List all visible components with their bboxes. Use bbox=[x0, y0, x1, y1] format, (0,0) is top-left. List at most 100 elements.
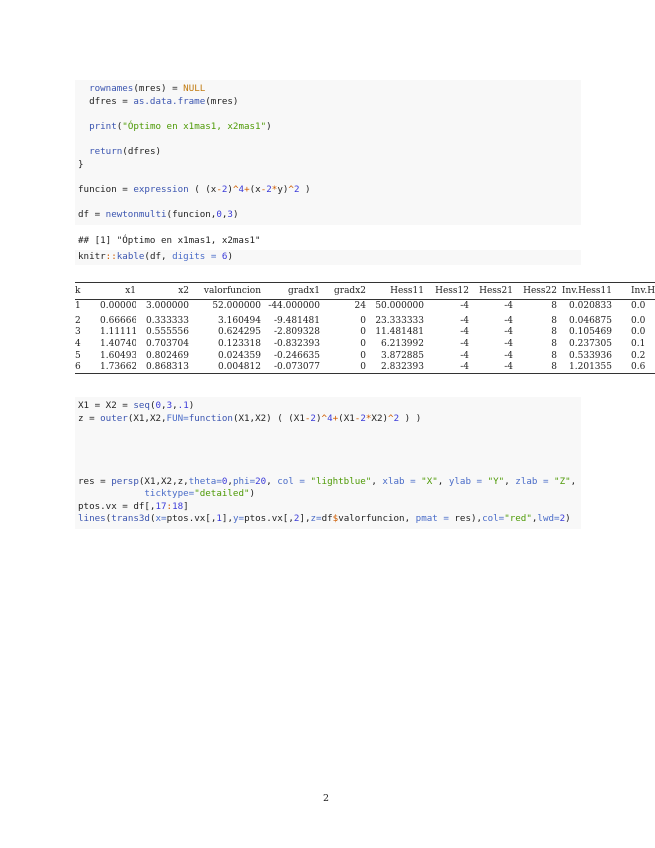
table-cell: 0.533936 bbox=[569, 350, 612, 361]
table-cell: 0.0 bbox=[631, 315, 646, 326]
table-cell: -0.073077 bbox=[274, 362, 320, 373]
results-table: k x1 x2 valorfuncion gradx1 gradx2 Hess11 Hess1… bbox=[75, 282, 655, 375]
code-token: df bbox=[321, 513, 333, 525]
table-cell: 6 bbox=[75, 362, 81, 373]
r-code-block-newtonmulti: rownames(mres) = NULL dfres = as.data.fr… bbox=[75, 80, 581, 225]
column-header: Inv.H bbox=[612, 282, 655, 300]
code-token: (dfres) bbox=[122, 145, 162, 157]
table-cell: -4 bbox=[460, 300, 469, 311]
code-token: 17 bbox=[155, 500, 167, 512]
code-line: df = newtonmulti(funcion,0,3) bbox=[75, 209, 581, 222]
table-cell: 8 bbox=[551, 338, 557, 349]
table-cell: 0.6 bbox=[631, 362, 646, 373]
table-cell: 0.020833 bbox=[569, 300, 612, 311]
code-line: ptos.vx = df[,17:18] bbox=[75, 501, 581, 514]
table-cell: 0.237305 bbox=[569, 338, 612, 349]
table-cell: -2.809328 bbox=[274, 327, 320, 338]
table-cell: -4 bbox=[504, 350, 513, 361]
code-token: ) bbox=[249, 488, 256, 500]
code-token: (X1,X2) ( (X1 bbox=[232, 412, 305, 424]
table-cell: 0.000000 bbox=[100, 300, 136, 311]
code-token: ], bbox=[299, 513, 311, 525]
code-token: return bbox=[89, 145, 123, 157]
code-token: valorfuncion, bbox=[338, 513, 416, 525]
table-cell: 8 bbox=[551, 300, 557, 311]
code-token: , bbox=[371, 475, 383, 487]
code-token: (funcion, bbox=[166, 208, 217, 220]
table-cell: 0.0 bbox=[631, 300, 646, 311]
code-token: ) bbox=[266, 120, 272, 132]
table-cell: 0.004812 bbox=[218, 362, 261, 373]
code-token: , bbox=[266, 475, 278, 487]
code-token: "Z" bbox=[554, 475, 571, 487]
table-cell: 0.555556 bbox=[146, 327, 189, 338]
code-token: print bbox=[89, 120, 117, 132]
code-line: dfres = as.data.frame(mres) bbox=[75, 96, 581, 109]
code-token: ) bbox=[232, 208, 239, 220]
table-cell: 0.2 bbox=[631, 350, 646, 361]
column-header: Hess12 bbox=[424, 282, 469, 300]
table-cell: 2 bbox=[75, 315, 81, 326]
code-token: (df, bbox=[144, 251, 173, 262]
table-cell: 1.407407 bbox=[100, 338, 136, 349]
code-token: lwd= bbox=[537, 513, 560, 525]
table-cell: -4 bbox=[504, 338, 513, 349]
column-header: Inv.Hess11 bbox=[557, 282, 612, 300]
column-header: gradx2 bbox=[320, 282, 366, 300]
table-cell: 0.868313 bbox=[146, 362, 189, 373]
code-token: "X" bbox=[421, 475, 438, 487]
code-line: rownames(mres) = NULL bbox=[75, 83, 581, 96]
table-cell: 3.000000 bbox=[146, 300, 189, 311]
console-output: ## [1] "Óptimo en x1mas1, x2mas1" bbox=[78, 235, 261, 246]
table-row: 4 1.407407 0.703704 0.123318 -0.832393 0 6.213… bbox=[75, 338, 655, 350]
code-token: FUN= bbox=[166, 412, 189, 424]
table-cell: 1.111111 bbox=[100, 327, 136, 338]
code-token: "detailed" bbox=[194, 488, 250, 500]
code-token: theta= bbox=[188, 475, 222, 487]
code-token: ) bbox=[299, 183, 311, 195]
table-cell: -4 bbox=[460, 315, 469, 326]
table-row: 5 1.604938 0.802469 0.024359 -0.246635 0 3.872… bbox=[75, 350, 655, 362]
code-token: y) bbox=[277, 183, 289, 195]
table-cell: 0 bbox=[360, 338, 366, 349]
table-cell: 0.105469 bbox=[569, 327, 612, 338]
table-row: 6 1.736626 0.868313 0.004812 -0.073077 0 2.832… bbox=[75, 361, 655, 373]
code-token: x= bbox=[155, 513, 167, 525]
code-token: X1 = X2 = bbox=[78, 400, 134, 411]
table-cell: 1.736626 bbox=[100, 362, 136, 373]
code-token: outer bbox=[100, 412, 128, 424]
code-token: lines bbox=[78, 513, 106, 525]
table-cell: 0 bbox=[360, 327, 366, 338]
table-cell: 23.333333 bbox=[375, 315, 424, 326]
code-token: rownames bbox=[89, 83, 134, 94]
code-token: ) bbox=[188, 400, 195, 411]
code-token: pmat = bbox=[415, 513, 449, 525]
table-cell: 0.0 bbox=[631, 327, 646, 338]
code-token: , bbox=[437, 475, 449, 487]
code-token: seq bbox=[133, 400, 150, 411]
code-token: trans3d bbox=[111, 513, 150, 525]
table-cell: 8 bbox=[551, 327, 557, 338]
table-cell: 1.201355 bbox=[569, 362, 612, 373]
code-line: } bbox=[75, 159, 581, 172]
r-code-block-kable: knitr::kable(df, digits = 6) bbox=[75, 250, 581, 265]
code-line: ticktype="detailed") bbox=[75, 488, 581, 501]
table-cell: -0.832393 bbox=[274, 338, 320, 349]
code-token: as.data.frame bbox=[133, 95, 206, 107]
code-token: digits = bbox=[172, 251, 217, 262]
code-token: , bbox=[570, 475, 577, 487]
code-token: NULL bbox=[183, 83, 206, 94]
table-cell: 0.333333 bbox=[146, 315, 189, 326]
column-header: Hess22 bbox=[513, 282, 557, 300]
code-token: "Óptimo en x1mas1, x2mas1" bbox=[122, 120, 267, 132]
code-token: ticktype= bbox=[144, 488, 195, 500]
code-token: col= bbox=[482, 513, 505, 525]
table-cell: -4 bbox=[504, 327, 513, 338]
code-token: phi= bbox=[232, 475, 256, 487]
